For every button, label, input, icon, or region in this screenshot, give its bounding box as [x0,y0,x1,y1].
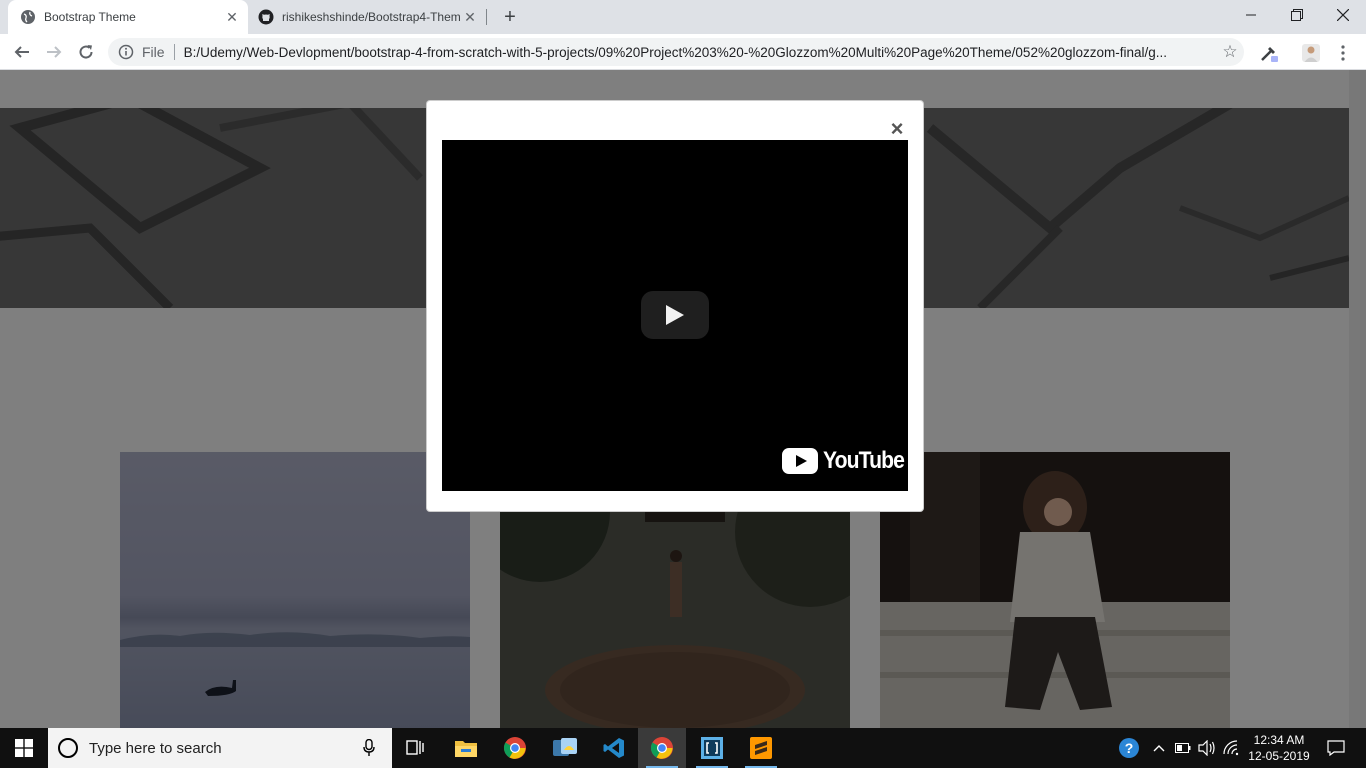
youtube-play-logo-icon [782,448,818,474]
extension-icon[interactable] [1256,40,1282,66]
chevron-up-icon [1153,745,1165,752]
task-view-button[interactable] [392,728,440,768]
tab-bootstrap-theme[interactable]: Bootstrap Theme ✕ [8,0,248,34]
back-button[interactable] [8,38,36,66]
browser-menu-button[interactable] [1330,40,1356,66]
wifi-icon [1223,740,1239,756]
cortana-icon [58,738,78,758]
more-vertical-icon [1341,45,1345,61]
clock-time: 12:34 AM [1253,733,1305,747]
task-view-icon [406,740,424,755]
windows-taskbar: Type here to search ? 12:34 AM 12-05-201… [0,728,1366,768]
tab-github-repo[interactable]: rishikeshshinde/Bootstrap4-Theme ✕ [248,0,486,34]
profile-avatar[interactable] [1298,40,1324,66]
address-divider [173,44,175,60]
forward-button[interactable] [40,38,68,66]
start-button[interactable] [0,728,48,768]
python-icon [553,738,577,756]
chrome-app-button[interactable] [491,728,539,768]
globe-icon [20,9,36,25]
chrome-app-button-active[interactable] [638,728,686,768]
help-icon: ? [1119,738,1139,758]
microphone-icon[interactable] [358,739,380,757]
arrow-left-icon [14,46,29,58]
close-window-button[interactable] [1320,0,1366,30]
taskbar-search[interactable]: Type here to search [48,728,392,768]
volume-tray-button[interactable] [1196,728,1218,768]
show-hidden-icons-button[interactable] [1148,728,1170,768]
url-text[interactable]: B:/Udemy/Web-Devlopment/bootstrap-4-from… [184,45,1216,60]
sublime-text-app-button[interactable] [737,728,785,768]
arrow-right-icon [47,46,62,58]
site-info-icon[interactable] [118,44,134,60]
youtube-video-player[interactable]: YouTube [442,140,908,491]
clock-date: 12-05-2019 [1248,749,1310,763]
chrome-icon [650,737,673,759]
youtube-logo[interactable]: YouTube [782,447,915,475]
file-explorer-button[interactable] [442,728,490,768]
file-explorer-icon [455,741,477,757]
video-modal: × YouTube [426,100,924,512]
address-bar[interactable]: File B:/Udemy/Web-Devlopment/bootstrap-4… [108,38,1244,66]
reload-icon [79,45,93,59]
search-placeholder: Type here to search [89,739,222,757]
restore-button[interactable] [1274,0,1320,30]
close-tab-icon[interactable]: ✕ [222,7,242,27]
browser-toolbar: File B:/Udemy/Web-Devlopment/bootstrap-4… [0,34,1366,70]
battery-icon [1175,743,1191,753]
chrome-icon [503,737,526,759]
bookmark-star-icon[interactable]: ☆ [1216,42,1244,62]
svg-text:?: ? [1125,740,1134,756]
notification-icon [1327,740,1345,756]
play-icon [666,305,684,325]
modal-close-button[interactable]: × [887,118,907,140]
restore-icon [1291,9,1303,21]
tab-divider [486,9,487,25]
bracket-app-icon [701,737,723,759]
close-icon [1337,9,1349,21]
new-tab-button[interactable]: + [498,5,522,29]
python-app-button[interactable] [541,728,589,768]
vscode-app-button[interactable] [590,728,638,768]
browser-tab-strip: Bootstrap Theme ✕ rishikeshshinde/Bootst… [0,0,1366,34]
windows-logo-icon [15,739,33,757]
youtube-wordmark: YouTube [823,447,905,474]
github-icon [258,9,274,25]
tab-title: Bootstrap Theme [44,10,136,24]
sublime-text-icon [750,737,772,759]
tab-title: rishikeshshinde/Bootstrap4-Theme [282,10,460,24]
scheme-label: File [142,44,165,60]
bracket-app-button[interactable] [688,728,736,768]
close-tab-icon[interactable]: ✕ [460,7,480,27]
taskbar-clock[interactable]: 12:34 AM 12-05-2019 [1244,728,1314,768]
play-button[interactable] [641,291,709,339]
vscode-icon [603,738,624,758]
action-center-button[interactable] [1316,728,1356,768]
network-tray-button[interactable] [1220,728,1242,768]
minimize-button[interactable] [1228,0,1274,30]
help-tray-button[interactable]: ? [1114,728,1144,768]
battery-tray-button[interactable] [1172,728,1194,768]
minimize-icon [1246,14,1256,16]
speaker-icon [1198,740,1215,756]
reload-button[interactable] [72,38,100,66]
